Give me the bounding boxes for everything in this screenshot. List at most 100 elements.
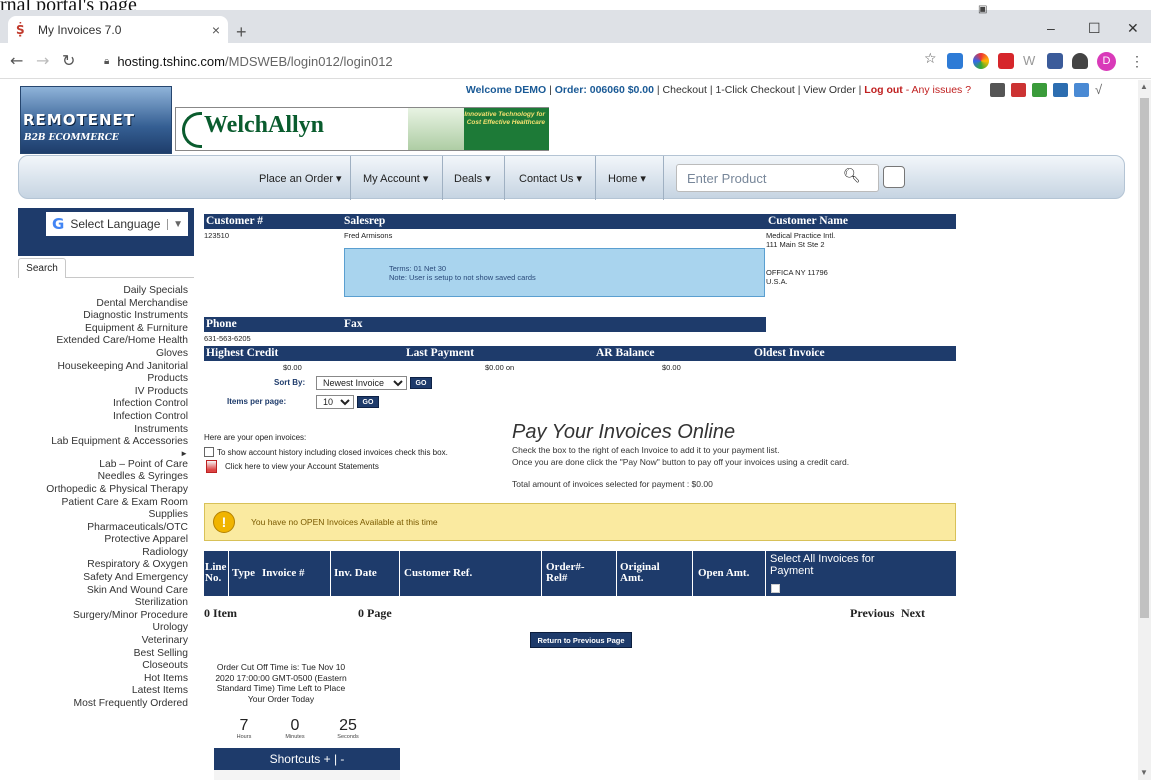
sidebar-category-item[interactable]: Pharmaceuticals/OTC [18,522,188,535]
nav-place-order[interactable]: Place an Order ▾ [259,156,342,200]
sidebar-category-item[interactable]: Radiology [18,547,188,560]
next-link[interactable]: Next [901,606,925,621]
items-go-button[interactable]: GO [357,396,379,408]
sidebar-category-item[interactable]: Sterilization [18,597,188,610]
sidebar-tabs: Search [18,258,194,278]
sidebar-category-item[interactable]: Urology [18,622,188,635]
select-all-checkbox[interactable] [771,584,780,593]
sidebar-category-item[interactable]: Veterinary [18,635,188,648]
welch-allyn-banner[interactable]: WelchAllyn Innovative Technology for Cos… [175,107,549,151]
sidebar-category-item[interactable]: Safety And Emergency [18,572,188,585]
nav-contact-us[interactable]: Contact Us ▾ [519,156,582,200]
sidebar-category-item[interactable]: Needles & Syringes [18,471,188,484]
address-bar[interactable]: 🔒︎ hosting.tshinc.com/MDSWEB/login012/lo… [92,47,912,75]
terms-note: Note: User is setup to not show saved ca… [389,273,536,282]
order-link[interactable]: Order: 006060 $0.00 [555,84,654,96]
sidebar-category-item[interactable]: Lab Equipment & Accessories [18,436,188,449]
search-option-checkbox[interactable] [883,166,905,188]
extensions-puzzle-icon[interactable] [1072,53,1088,69]
window-close-button[interactable]: ✕ [1127,20,1139,37]
sidebar-category-item[interactable]: Extended Care/Home Health [18,335,188,348]
window-maximize-button[interactable]: ☐ [1088,20,1101,37]
pdf-icon[interactable] [1011,83,1026,97]
sidebar-category-item[interactable]: Lab – Point of Care [18,459,188,472]
document-icon[interactable] [1074,83,1089,97]
sidebar-category-item[interactable]: Skin And Wound Care [18,585,188,598]
tab-title: My Invoices 7.0 [38,22,122,37]
page-scrollbar[interactable]: ▲ ▼ [1138,80,1151,780]
sidebar-category-item[interactable]: Hot Items [18,673,188,686]
extension-download-icon[interactable] [1047,53,1063,69]
sidebar-category-item[interactable]: Supplies [18,509,189,522]
one-click-checkout-link[interactable]: 1-Click Checkout [715,84,794,96]
scrollbar-thumb[interactable] [1140,98,1149,618]
customer-name-value: Medical Practice Intl. [766,231,836,240]
sidebar-category-item[interactable]: Equipment & Furniture [18,323,188,336]
pay-online-heading: Pay Your Invoices Online [512,421,736,443]
profile-avatar[interactable]: D [1097,52,1116,71]
col-inv-date: Inv. Date [334,567,377,579]
sidebar-category-item[interactable]: Respiratory & Oxygen [18,559,188,572]
sort-go-button[interactable]: GO [410,377,432,389]
sidebar-category-item[interactable]: Diagnostic Instruments [18,310,188,323]
window-minimize-button[interactable]: – [1047,20,1055,36]
nav-my-account[interactable]: My Account ▾ [363,156,428,200]
submenu-arrow-icon[interactable]: ► [18,449,188,459]
view-order-link[interactable]: View Order [803,84,855,96]
extension-icon-2[interactable] [973,53,989,69]
print-icon[interactable] [990,83,1005,97]
sidebar-category-item[interactable]: Gloves [18,348,188,361]
monitor-icon[interactable] [1053,83,1068,97]
sidebar-category-item[interactable]: Daily Specials [18,285,188,298]
browser-tab[interactable]: Ṩ My Invoices 7.0 × [8,16,228,43]
sidebar-category-item[interactable]: Best Selling [18,648,188,661]
customer-name-header: Customer Name [766,214,956,229]
reload-icon[interactable]: ↻ [62,51,75,70]
sidebar-category-item[interactable]: Latest Items [18,685,188,698]
sidebar-category-item[interactable]: Infection Control [18,398,188,411]
tab-search[interactable]: Search [18,258,66,278]
sidebar-category-item[interactable]: Protective Apparel [18,534,188,547]
sidebar-category-item[interactable]: Closeouts [18,660,188,673]
tab-close-icon[interactable]: × [212,22,220,38]
previous-link[interactable]: Previous [850,606,894,621]
nav-home[interactable]: Home ▾ [608,156,646,200]
extension-w-icon[interactable]: W [1023,53,1039,69]
sidebar-category-item[interactable]: IV Products [18,386,188,399]
nav-deals[interactable]: Deals ▾ [454,156,491,200]
extension-icon-1[interactable] [947,53,963,69]
product-search-input[interactable] [677,166,827,190]
sidebar-category-item[interactable]: Housekeeping And Janitorial [18,361,188,374]
items-per-page-select[interactable]: 10 [316,395,354,409]
checkout-link[interactable]: Checkout [663,84,707,96]
return-previous-button[interactable]: Return to Previous Page [530,632,632,648]
logout-link[interactable]: Log out [864,84,902,96]
remotenet-logo[interactable]: REMOTENET B2B ECOMMERCE [20,86,172,154]
search-icon[interactable]: 🔍︎ [843,168,861,184]
sidebar-category-item[interactable]: Orthopedic & Physical Therapy [18,484,188,497]
sidebar-category-item[interactable]: Instruments [18,424,188,437]
language-select[interactable]: G Select Language ▼ [46,212,188,236]
sidebar-category-item[interactable]: Dental Merchandise [18,298,188,311]
shortcuts-toggle[interactable]: Shortcuts + | - [214,748,400,770]
sidebar-category-item[interactable]: Products [18,373,188,386]
new-tab-button[interactable]: + [236,22,247,43]
extension-lock-icon[interactable] [998,53,1014,69]
sort-by-select[interactable]: Newest Invoice [316,376,407,390]
back-icon[interactable]: ← [10,51,23,70]
sidebar-category-item[interactable]: Most Frequently Ordered [18,698,188,711]
scroll-up-icon[interactable]: ▲ [1140,82,1148,91]
history-checkbox[interactable] [204,447,214,457]
sidebar-category-item[interactable]: Infection Control [18,411,188,424]
statements-link[interactable]: Click here to view your Account Statemen… [206,460,379,473]
forward-icon[interactable]: → [36,51,49,70]
sidebar-category-item[interactable]: Surgery/Minor Procedure [18,610,188,623]
checkmark-icon[interactable]: √ [1095,83,1110,97]
browser-menu-icon[interactable]: ⋮ [1130,53,1144,70]
sidebar-category-item[interactable]: Patient Care & Exam Room [18,497,188,510]
issues-text: - Any issues ? [905,84,972,96]
bookmark-star-icon[interactable]: ☆ [924,51,937,67]
highest-credit-value: $0.00 [283,363,302,372]
scroll-down-icon[interactable]: ▼ [1140,768,1148,777]
excel-icon[interactable] [1032,83,1047,97]
